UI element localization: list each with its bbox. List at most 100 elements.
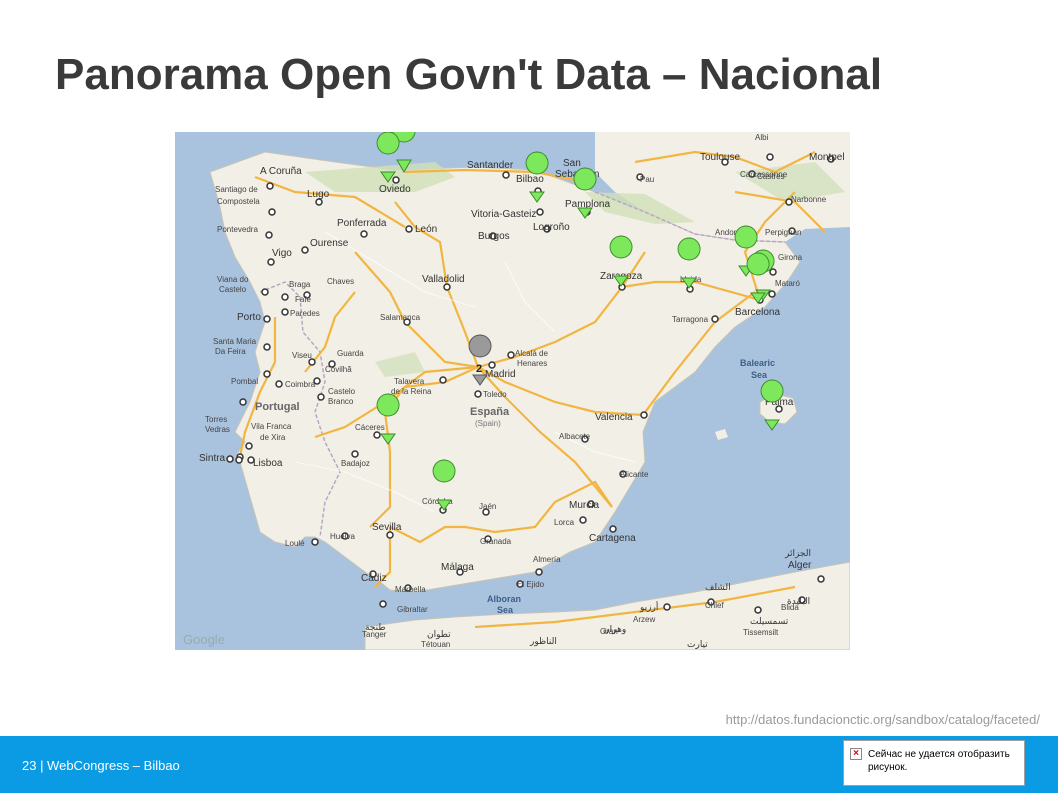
city-label: Girona bbox=[778, 253, 803, 262]
city-label: Talavera bbox=[394, 377, 425, 386]
city-label: Cartagena bbox=[589, 533, 636, 544]
city-label: Oviedo bbox=[379, 184, 411, 195]
city-label: Pombal bbox=[231, 377, 258, 386]
city-label: Coimbra bbox=[285, 380, 316, 389]
city-label: Torres bbox=[205, 415, 227, 424]
country-label-spain-en: (Spain) bbox=[475, 419, 501, 428]
cluster-count: 2 bbox=[476, 363, 482, 375]
city-label: Vigo bbox=[272, 248, 292, 259]
slide-title: Panorama Open Govn't Data – Nacional bbox=[55, 50, 883, 99]
arabic-label: الناظور bbox=[529, 636, 557, 646]
city-label: Sevilla bbox=[372, 522, 402, 533]
city-label: Loulé bbox=[285, 539, 305, 548]
city-label: Alcalá de bbox=[515, 349, 548, 358]
city-label: Bilbao bbox=[516, 174, 544, 185]
city-label: Vedras bbox=[205, 425, 230, 434]
city-label: Lugo bbox=[307, 189, 330, 200]
city-label: Almería bbox=[533, 555, 561, 564]
city-label: Gibraltar bbox=[397, 605, 428, 614]
city-label: El Ejido bbox=[517, 580, 545, 589]
broken-image-icon: × bbox=[850, 748, 862, 760]
google-attribution: Google bbox=[183, 632, 225, 647]
city-label: Valladolid bbox=[422, 274, 465, 285]
city-label: Pontevedra bbox=[217, 225, 258, 234]
city-label: Montpel bbox=[809, 152, 845, 163]
arabic-label: وهران bbox=[603, 624, 626, 634]
city-label: Jaén bbox=[479, 502, 496, 511]
source-url[interactable]: http://datos.fundacionctic.org/sandbox/c… bbox=[726, 712, 1040, 727]
city-label: Branco bbox=[328, 397, 354, 406]
city-label: Tissemsilt bbox=[743, 628, 779, 637]
city-label: Granada bbox=[480, 537, 512, 546]
city-label: Barcelona bbox=[735, 307, 780, 318]
city-label: Ourense bbox=[310, 238, 349, 249]
city-label: Viana do bbox=[217, 275, 249, 284]
city-label: Pau bbox=[640, 175, 654, 184]
city-label: Perpignan bbox=[765, 228, 801, 237]
city-label: Alger bbox=[788, 560, 812, 571]
city-label: Paredes bbox=[290, 309, 320, 318]
city-label: Huelva bbox=[330, 532, 355, 541]
arabic-label: أرزيو bbox=[639, 601, 658, 612]
arabic-label: الجزائر bbox=[784, 548, 811, 558]
city-label: Guarda bbox=[337, 349, 364, 358]
city-label: Arzew bbox=[633, 615, 655, 624]
city-label: León bbox=[415, 224, 437, 235]
city-label: Santa Maria bbox=[213, 337, 257, 346]
city-label: Logroño bbox=[533, 222, 570, 233]
city-label: Braga bbox=[289, 280, 311, 289]
arabic-label: الشلف bbox=[705, 582, 731, 592]
city-label: Viseu bbox=[292, 351, 312, 360]
footer-bar: 23 | WebCongress – Bilbao × Сейчас не уд… bbox=[0, 736, 1058, 793]
arabic-label: البليدة bbox=[787, 596, 810, 606]
city-label: Tarragona bbox=[672, 315, 709, 324]
city-label: Marbella bbox=[395, 585, 426, 594]
city-label: Cádiz bbox=[361, 573, 387, 584]
arabic-label: تسمسيلت bbox=[750, 616, 789, 626]
city-label: Castelo bbox=[219, 285, 247, 294]
city-label: de la Reina bbox=[391, 387, 432, 396]
country-label-spain: España bbox=[470, 406, 510, 418]
city-label: Compostela bbox=[217, 197, 260, 206]
city-label: Covilhã bbox=[325, 365, 352, 374]
city-label: Badajoz bbox=[341, 459, 370, 468]
sea-label: Sea bbox=[497, 605, 514, 615]
city-label: Da Feira bbox=[215, 347, 246, 356]
city-label: Porto bbox=[237, 312, 261, 323]
city-label: Murcia bbox=[569, 500, 599, 511]
arabic-label: طنجة bbox=[365, 622, 386, 632]
city-label: Lorca bbox=[554, 518, 575, 527]
city-label: Málaga bbox=[441, 562, 474, 573]
city-label: Chlef bbox=[705, 601, 724, 610]
city-label: Ponferrada bbox=[337, 218, 387, 229]
city-label: Toulouse bbox=[700, 152, 740, 163]
sea-label: Alboran bbox=[487, 594, 521, 604]
city-label: Fafe bbox=[295, 295, 312, 304]
city-label: de Xira bbox=[260, 433, 286, 442]
broken-image-placeholder: × Сейчас не удается отобразить рисунок. bbox=[843, 740, 1025, 786]
city-label: Madrid bbox=[485, 369, 516, 380]
map-of-spain[interactable]: Oviedo Santander Bilbao San Sebastián Vi… bbox=[175, 132, 850, 650]
map-canvas[interactable]: Oviedo Santander Bilbao San Sebastián Vi… bbox=[175, 132, 850, 650]
arabic-label: تيارت bbox=[687, 639, 708, 649]
city-label: San bbox=[563, 158, 581, 169]
city-label: Mataró bbox=[775, 279, 800, 288]
sea-label: Sea bbox=[751, 370, 768, 380]
city-label: A Coruña bbox=[260, 166, 302, 177]
city-label: Albacete bbox=[559, 432, 591, 441]
city-label: Castres bbox=[757, 172, 785, 181]
city-label: Toledo bbox=[483, 390, 507, 399]
city-label: Vitoria-Gasteiz bbox=[471, 209, 536, 220]
city-label: Salamanca bbox=[380, 313, 421, 322]
city-label: Henares bbox=[517, 359, 547, 368]
footer-text: 23 | WebCongress – Bilbao bbox=[22, 758, 180, 773]
city-label: Santiago de bbox=[215, 185, 258, 194]
city-label: Narbonne bbox=[791, 195, 827, 204]
sea-label: Balearic bbox=[740, 358, 775, 368]
city-label: Castelo bbox=[328, 387, 356, 396]
city-label: Vila Franca bbox=[251, 422, 292, 431]
city-label: Tétouan bbox=[421, 640, 450, 649]
city-label: Chaves bbox=[327, 277, 354, 286]
city-label: Cáceres bbox=[355, 423, 385, 432]
city-label: Santander bbox=[467, 160, 514, 171]
